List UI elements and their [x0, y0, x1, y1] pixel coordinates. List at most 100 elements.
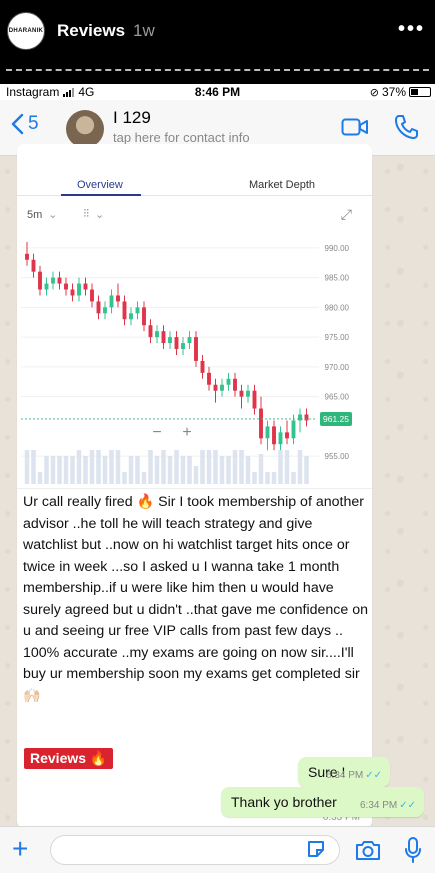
- volume-bar: [219, 456, 225, 484]
- y-tick-label: 990.00: [325, 244, 350, 253]
- chart-tabs: Overview Market Depth: [17, 144, 372, 196]
- candle: [200, 360, 205, 373]
- volume-bar: [161, 450, 166, 484]
- volume-bar: [37, 472, 43, 484]
- incoming-message-bubble[interactable]: Overview Market Depth 5m ⌄ ⫶⫶ ⌄ ⤢ 990.00…: [17, 144, 372, 829]
- message-input-bar: +: [0, 826, 435, 873]
- read-receipt-icon: ✓✓: [399, 800, 416, 811]
- y-tick-label: 975.00: [325, 333, 350, 342]
- contact-name[interactable]: I 129: [113, 108, 151, 128]
- sticker-icon[interactable]: [306, 839, 326, 859]
- candle: [57, 277, 62, 284]
- candle-type-icon[interactable]: ⫶⫶: [84, 208, 90, 221]
- candle: [220, 384, 224, 391]
- clock: 8:46 PM: [194, 85, 241, 99]
- story-progress-bar: [6, 69, 429, 71]
- y-tick-label: 980.00: [325, 303, 350, 312]
- candle: [168, 337, 172, 344]
- story-account-name[interactable]: Reviews: [57, 21, 125, 41]
- volume-bar: [63, 456, 69, 484]
- chevron-down-icon: ⌄: [95, 209, 105, 221]
- candle: [135, 307, 140, 314]
- volume-bar: [167, 456, 173, 484]
- candle: [233, 378, 237, 391]
- candlestick-chart: 990.00 985.00 980.00 975.00 970.00 965.00 955.…: [21, 241, 352, 484]
- add-attachment-icon[interactable]: +: [12, 835, 28, 863]
- chart-image[interactable]: Overview Market Depth 5m ⌄ ⫶⫶ ⌄ ⤢ 990.00…: [17, 144, 372, 489]
- tab-overview[interactable]: Overview: [77, 179, 123, 191]
- candle: [161, 331, 166, 344]
- candle: [122, 301, 127, 320]
- candle: [83, 283, 88, 290]
- volume-bar: [44, 456, 49, 484]
- candle: [70, 289, 75, 296]
- volume-bar: [57, 456, 62, 484]
- volume-bar: [278, 450, 283, 484]
- contact-avatar[interactable]: [66, 110, 104, 148]
- candle: [187, 337, 192, 344]
- candle: [291, 420, 296, 439]
- tab-market-depth[interactable]: Market Depth: [249, 179, 315, 191]
- candle: [278, 432, 283, 445]
- outgoing-message-bubble[interactable]: Thank yo brother 6:34 PM ✓✓: [221, 787, 424, 817]
- rotation-lock-icon: ⊘: [369, 86, 379, 99]
- volume-bar: [193, 466, 199, 484]
- unread-count: 5: [28, 113, 39, 134]
- candle: [226, 378, 231, 385]
- candle: [129, 313, 133, 320]
- volume-bar: [50, 456, 56, 484]
- volume-bar: [89, 450, 95, 484]
- volume-bar: [232, 450, 238, 484]
- candle: [96, 301, 101, 314]
- volume-bar: [258, 454, 264, 484]
- video-call-icon[interactable]: [341, 117, 369, 137]
- candle: [298, 414, 302, 421]
- camera-icon[interactable]: [355, 839, 381, 861]
- story-time: 1w: [133, 21, 155, 40]
- volume-bar: [252, 472, 257, 484]
- candle: [64, 283, 68, 290]
- volume-bar: [200, 450, 205, 484]
- expand-icon[interactable]: ⤢: [341, 206, 352, 223]
- more-dots-icon[interactable]: •••: [398, 18, 425, 41]
- volume-bar: [109, 450, 114, 484]
- candle: [265, 426, 270, 439]
- story-avatar[interactable]: DHARANIK: [7, 12, 45, 50]
- y-tick-label: 985.00: [325, 274, 350, 283]
- current-price-label: 961.25: [323, 414, 349, 424]
- candle: [25, 253, 29, 260]
- volume-bar: [265, 472, 270, 484]
- candle: [304, 414, 309, 421]
- candle: [109, 295, 114, 308]
- chevron-down-icon: ⌄: [48, 209, 58, 221]
- candle: [116, 295, 120, 302]
- contact-info-hint[interactable]: tap here for contact info: [113, 130, 250, 145]
- candle: [259, 408, 263, 439]
- back-button[interactable]: 5: [10, 113, 39, 135]
- zoom-in-button: +: [182, 424, 191, 441]
- volume-bar: [70, 456, 75, 484]
- outgoing-message-time: 6:34 PM ✓✓: [359, 800, 416, 811]
- volume-bar: [180, 456, 186, 484]
- candle: [285, 432, 289, 439]
- candle: [174, 337, 179, 350]
- interval-selector[interactable]: 5m: [27, 209, 42, 221]
- active-tab-indicator: [61, 194, 141, 196]
- volume-bar: [291, 472, 296, 484]
- candle: [142, 307, 146, 326]
- y-tick-label: 955.00: [325, 452, 350, 461]
- message-input[interactable]: [50, 835, 340, 865]
- phone-call-icon[interactable]: [394, 114, 418, 140]
- battery-icon: [409, 87, 431, 97]
- volume-bar: [128, 456, 134, 484]
- y-tick-label: 965.00: [325, 393, 350, 402]
- candle: [38, 271, 42, 290]
- volume-bar: [174, 450, 179, 484]
- candle: [44, 283, 49, 290]
- candle: [246, 390, 250, 397]
- volume-bar: [245, 456, 251, 484]
- microphone-icon[interactable]: [404, 836, 422, 864]
- candle: [252, 390, 257, 409]
- outgoing-message-bubble[interactable]: Sure ! 6:34 PM ✓✓: [298, 757, 390, 787]
- avatar-text: DHARANIK: [8, 28, 44, 34]
